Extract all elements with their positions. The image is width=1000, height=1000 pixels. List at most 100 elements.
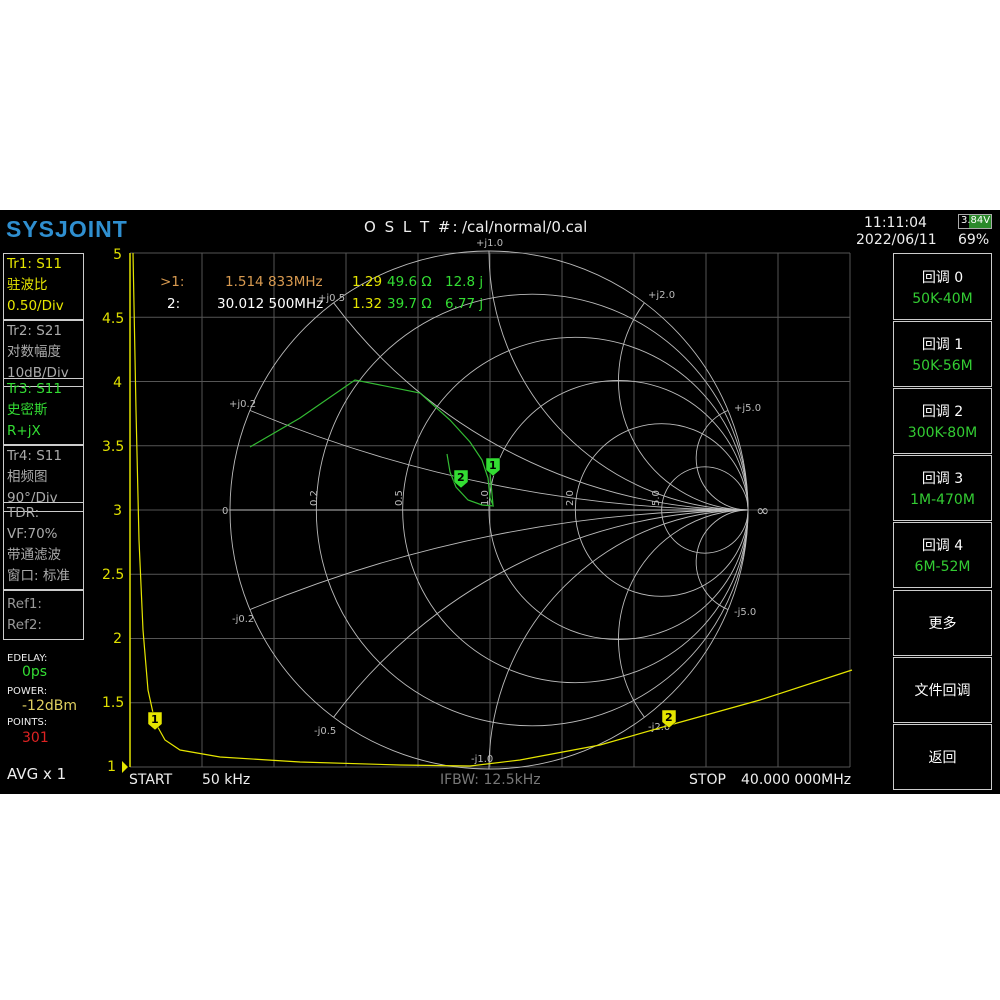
trace-2-box[interactable]: Tr2: S21 对数幅度 10dB/Div: [3, 320, 84, 387]
smith-label: -j0.2: [232, 614, 254, 625]
file-recall-button[interactable]: 文件回调: [893, 657, 992, 723]
y-tick: 5: [113, 247, 122, 263]
button-label: 回调 2: [921, 404, 964, 420]
ref1: Ref1:: [7, 596, 42, 612]
y-tick: 3: [113, 503, 122, 519]
smith-label: 0.5: [394, 490, 405, 506]
back-button[interactable]: 返回: [893, 724, 992, 790]
button-label: 更多: [928, 616, 957, 632]
y-tick: 1: [107, 759, 116, 775]
more-button[interactable]: 更多: [893, 590, 992, 656]
marker-2-x: 6.77 j: [445, 296, 484, 312]
button-label: 返回: [928, 750, 957, 766]
smith-label: 0.2: [309, 490, 320, 506]
button-label: 回调 4: [921, 538, 964, 554]
y-tick: 4.5: [102, 311, 125, 327]
smith-label: +j2.0: [648, 290, 675, 301]
button-sub: 300K-80M: [907, 425, 978, 441]
tdr-vf: VF:70%: [7, 526, 58, 542]
tdr-label: TDR:: [7, 505, 40, 521]
smith-label: +j1.0: [476, 238, 503, 249]
smith-marker-1-label: 1: [489, 459, 497, 472]
y-tick: 2.5: [102, 567, 125, 583]
plot-area: +j1.0-j1.0+j0.2-j0.2+j0.5-j0.5+j2.0-j2.0…: [122, 238, 853, 773]
marker-2-swr: 1.32: [352, 296, 383, 312]
start-freq[interactable]: 50 kHz: [202, 772, 250, 788]
power-value: -12dBm: [22, 698, 77, 714]
marker-1-x: 12.8 j: [445, 274, 484, 290]
smith-trace: [249, 379, 494, 506]
button-label: 回调 0: [921, 269, 964, 286]
recall-1-button[interactable]: 回调 1 50K-56M: [893, 321, 992, 387]
cal-label: O S L T #:: [364, 218, 460, 236]
marker-2-id: 2:: [167, 296, 181, 312]
trace-3-format: 史密斯: [7, 402, 48, 418]
button-sub: 50K-56M: [912, 358, 973, 374]
trace-1-box[interactable]: Tr1: S11 驻波比 0.50/Div: [3, 253, 84, 320]
ref-box[interactable]: Ref1: Ref2:: [3, 590, 84, 640]
logo: SYSJOINT: [6, 216, 128, 242]
trace-2-id: Tr2: S21: [7, 323, 62, 339]
cal-path: /cal/normal/0.cal: [462, 218, 588, 236]
power-label: POWER:: [7, 686, 48, 697]
start-label: START: [129, 772, 173, 788]
recall-0-button[interactable]: 回调 0 50K-40M: [893, 253, 992, 320]
marker-1-id: >1:: [160, 274, 185, 290]
vna-screen: +j1.0 -j1.0 +j0.2 -j0.2 +j0.5 -j0.5 +j2.0 -j2.0…: [0, 210, 1000, 794]
smith-reactance-arc: [618, 302, 749, 511]
marker-1-swr: 1.29: [352, 274, 383, 290]
tdr-window: 窗口: 标准: [7, 568, 70, 584]
smith-label: 2.0: [565, 490, 576, 506]
marker-2-freq: 30.012 500MHz: [217, 296, 324, 312]
trace-4-id: Tr4: S11: [7, 448, 62, 464]
stop-freq[interactable]: 40.000 000MHz: [741, 772, 851, 788]
smith-reactance-arc: [618, 509, 749, 718]
smith-label: -j0.5: [314, 726, 336, 737]
button-sub: 50K-40M: [912, 290, 973, 307]
clock-date: 2022/06/11: [856, 232, 937, 248]
y-tick: 4: [113, 375, 122, 391]
y-tick: 2: [113, 631, 122, 647]
button-sub: 6M-52M: [914, 559, 971, 575]
trace-1-id: Tr1: S11: [7, 256, 62, 272]
trace-3-scale: R+jX: [7, 423, 41, 439]
smith-grid: [229, 250, 749, 770]
trace-3-box[interactable]: Tr3: S11 史密斯 R+jX: [3, 378, 84, 445]
marker-1-r: 49.6 Ω: [387, 274, 432, 290]
ifbw[interactable]: IFBW: 12.5kHz: [440, 772, 541, 788]
points-label: POINTS:: [7, 717, 48, 728]
clock-time: 11:11:04: [864, 215, 927, 231]
battery-voltage: 3.84V: [961, 215, 991, 226]
stop-label: STOP: [689, 772, 726, 788]
smith-label: 5.0: [651, 490, 662, 506]
smith-label: 0: [222, 506, 228, 517]
button-label: 文件回调: [914, 683, 971, 699]
smith-marker-2-label: 2: [457, 471, 465, 484]
smith-label: +j0.2: [229, 399, 256, 410]
battery-percent: 69%: [958, 232, 990, 248]
recall-4-button[interactable]: 回调 4 6M-52M: [893, 522, 992, 588]
y-tick: 3.5: [102, 439, 125, 455]
recall-3-button[interactable]: 回调 3 1M-470M: [893, 455, 992, 521]
button-sub: 1M-470M: [910, 492, 975, 508]
recall-2-button[interactable]: 回调 2 300K-80M: [893, 388, 992, 454]
marker-1-freq: 1.514 833MHz: [225, 274, 323, 290]
trace-2-format: 对数幅度: [7, 344, 61, 360]
trace-1-format: 驻波比: [7, 277, 48, 293]
swr-marker-1-label: 1: [151, 713, 159, 726]
tdr-box[interactable]: TDR: VF:70% 带通滤波 窗口: 标准: [3, 502, 84, 590]
smith-label: +j5.0: [734, 403, 761, 414]
ref2: Ref2:: [7, 617, 42, 633]
smith-label: ∞: [756, 501, 769, 520]
edelay-value: 0ps: [22, 664, 48, 680]
smith-label: -j5.0: [734, 607, 756, 618]
avg-count: AVG x 1: [7, 765, 67, 783]
button-label: 回调 1: [921, 337, 964, 353]
trace-4-format: 相频图: [7, 469, 48, 485]
reference-arrow-icon: [122, 761, 128, 773]
trace-1-scale: 0.50/Div: [7, 298, 64, 314]
tdr-filter: 带通滤波: [7, 547, 61, 563]
swr-marker-2-label: 2: [665, 711, 673, 724]
points-value: 301: [22, 730, 49, 746]
button-label: 回调 3: [921, 471, 964, 487]
